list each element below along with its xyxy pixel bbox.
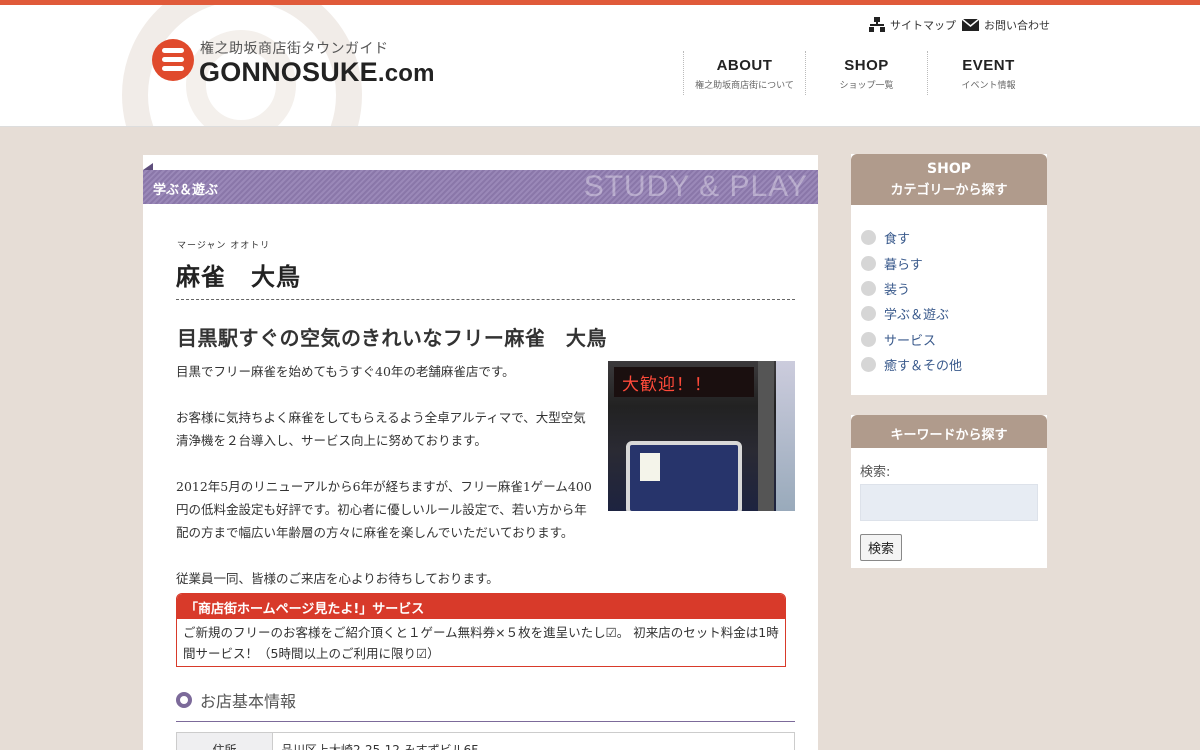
bullet-icon (861, 280, 876, 296)
sitemap-icon (869, 17, 885, 32)
photo-window (776, 361, 795, 511)
site-header: 権之助坂商店街タウンガイド GONNOSUKE.com サイトマップ お問い合わ… (0, 5, 1200, 127)
service-text: ご新規のフリーのお客様をご紹介頂くと１ゲーム無料券×５枚を進呈いたし☑。 初来店… (183, 625, 779, 661)
info-table-row: 住所 品川区上大崎2-25-12 みすずビル6F (176, 732, 795, 750)
sidebar-category-service[interactable]: サービス (861, 327, 1037, 352)
mail-icon (962, 19, 979, 31)
sidebar-category-header: SHOP カテゴリーから探す (851, 154, 1047, 205)
category-link-label: サービス (884, 333, 937, 349)
bullet-icon (861, 255, 876, 271)
logo-tld: .com (377, 60, 435, 87)
info-label-address: 住所 (177, 733, 273, 750)
nav-about[interactable]: ABOUT 権之助坂商店街について (683, 51, 805, 95)
main-nav: ABOUT 権之助坂商店街について SHOP ショップ一覧 EVENT イベント… (683, 51, 1049, 95)
sitemap-link[interactable]: サイトマップ (869, 17, 956, 33)
info-section-title: お店基本情報 (200, 692, 297, 711)
bullet-icon (861, 306, 876, 322)
info-value-address: 品川区上大崎2-25-12 みすずビル6F (281, 743, 479, 750)
nav-event-sublabel: イベント情報 (961, 81, 1016, 91)
nav-shop-label: SHOP (844, 57, 889, 74)
logo-title[interactable]: GONNOSUKE.com (199, 57, 435, 88)
title-divider (176, 299, 795, 300)
sidebar-category-eat[interactable]: 食す (861, 225, 1037, 250)
shop-headline: 目黒駅すぐの空気のきれいなフリー麻雀 大鳥 (177, 326, 607, 350)
bullet-icon (861, 230, 876, 246)
contact-label: お問い合わせ (984, 19, 1050, 32)
bullet-icon (861, 331, 876, 347)
search-input[interactable] (860, 484, 1038, 521)
info-divider (176, 721, 795, 722)
sidebar-category-live[interactable]: 暮らす (861, 250, 1037, 275)
category-label: 学ぶ＆遊ぶ (153, 183, 219, 198)
description-paragraph: お客様に気持ちよく麻雀をしてもらえるよう全卓アルティマで、大型空気清浄機を２台導… (176, 410, 586, 448)
sidebar-search-header: キーワードから探す (851, 415, 1047, 448)
service-box: 「商店街ホームページ見たよ!」サービス ご新規のフリーのお客様をご紹介頂くと１ゲ… (176, 593, 786, 667)
nav-about-sublabel: 権之助坂商店街について (695, 81, 794, 91)
contact-link[interactable]: お問い合わせ (962, 17, 1050, 33)
shop-name-ruby: マージャン オオトリ (177, 241, 271, 251)
sidebar-category-list: 食す 暮らす 装う 学ぶ＆遊ぶ サービス 癒す＆その他 (851, 205, 1047, 385)
category-fold (143, 163, 153, 170)
category-link-label: 癒す＆その他 (884, 359, 963, 375)
photo-mahjong-tile (640, 453, 660, 481)
shop-photo: 大歓迎！！ (608, 361, 795, 511)
logo-name: GONNOSUKE (199, 57, 378, 87)
bullet-icon (861, 357, 876, 373)
nav-about-label: ABOUT (716, 57, 773, 74)
sidebar-category-study-play[interactable]: 学ぶ＆遊ぶ (861, 301, 1037, 326)
category-link-label: 暮らす (884, 257, 923, 273)
sidebar-search-box: キーワードから探す 検索: 検索 (851, 415, 1047, 568)
category-link-label: 食す (884, 232, 911, 248)
logo-subtitle[interactable]: 権之助坂商店街タウンガイド (200, 38, 389, 58)
info-section-header: お店基本情報 (176, 688, 296, 712)
category-english-label: STUDY & PLAY (583, 170, 808, 203)
sidebar-category-wear[interactable]: 装う (861, 276, 1037, 301)
description-paragraph: 2012年5月のリニューアルから6年が経ちますが、フリー麻雀1ゲーム400円の低… (176, 479, 592, 540)
shop-name: 麻雀 大鳥 (176, 263, 301, 291)
logo-icon[interactable] (152, 39, 194, 81)
sidebar-shop-title: SHOP (927, 161, 971, 177)
search-button[interactable]: 検索 (860, 534, 903, 561)
nav-shop-sublabel: ショップ一覧 (839, 81, 894, 91)
sidebar-category-box: SHOP カテゴリーから探す 食す 暮らす 装う 学ぶ＆遊ぶ サービス 癒す＆そ… (851, 154, 1047, 395)
category-link-label: 装う (884, 282, 911, 298)
category-link-label: 学ぶ＆遊ぶ (884, 308, 950, 324)
sidebar-category-relax[interactable]: 癒す＆その他 (861, 352, 1037, 377)
nav-event-label: EVENT (962, 57, 1015, 74)
nav-shop[interactable]: SHOP ショップ一覧 (805, 51, 927, 95)
search-label: 検索: (860, 465, 891, 480)
description-paragraph: 従業員一同、皆様のご来店を心よりお待ちしております。 (176, 571, 499, 586)
photo-led-sign: 大歓迎！！ (614, 367, 754, 397)
nav-event[interactable]: EVENT イベント情報 (927, 51, 1049, 95)
sitemap-label: サイトマップ (890, 19, 956, 32)
photo-pole (758, 361, 774, 511)
service-title: 「商店街ホームページ見たよ!」サービス (177, 594, 785, 619)
category-banner: 学ぶ＆遊ぶ STUDY & PLAY (143, 170, 818, 204)
sidebar-category-title: カテゴリーから探す (890, 183, 1008, 198)
circle-bullet-icon (176, 692, 192, 708)
description-paragraph: 目黒でフリー麻雀を始めてもうすぐ40年の老舗麻雀店です。 (176, 364, 515, 379)
shop-description: 目黒でフリー麻雀を始めてもうすぐ40年の老舗麻雀店です。 お客様に気持ちよく麻雀… (176, 360, 596, 590)
